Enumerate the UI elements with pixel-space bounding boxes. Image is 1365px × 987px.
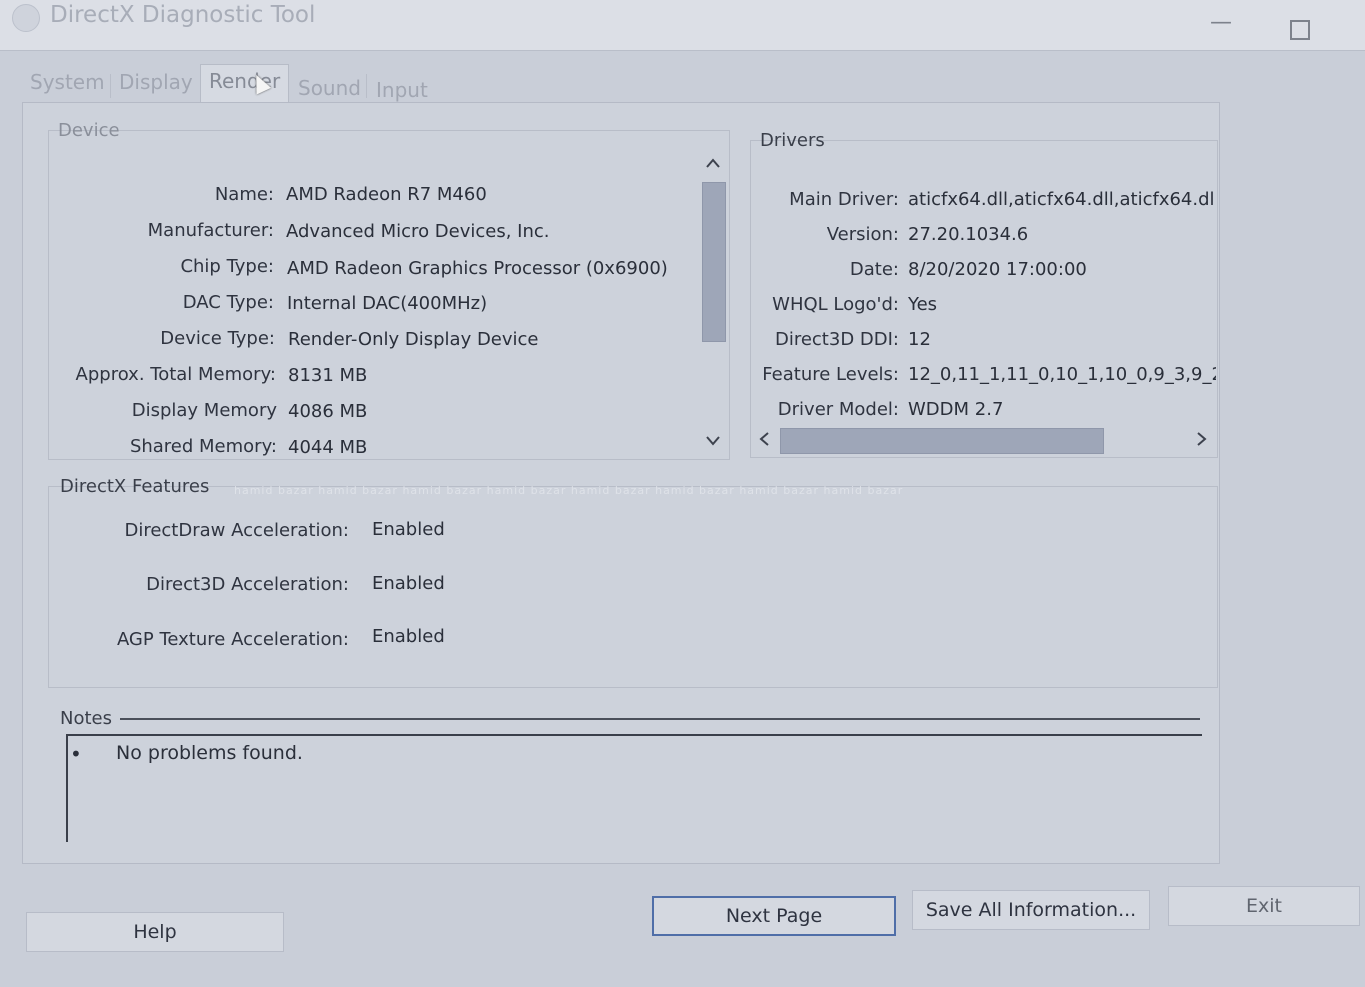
tab-input[interactable]: Input — [376, 78, 428, 102]
scrollbar-thumb[interactable] — [702, 182, 726, 342]
whql-logo-value: Yes — [908, 294, 938, 315]
notes-divider — [120, 718, 1200, 720]
help-button[interactable]: Help — [26, 912, 284, 952]
total-memory-label: Approx. Total Memory: — [75, 364, 276, 385]
whql-logo-label: WHQL Logo'd: — [772, 294, 899, 315]
directdraw-acceleration-value: Enabled — [372, 519, 445, 540]
directx-app-icon — [12, 4, 40, 32]
device-dac-type-label: DAC Type: — [182, 292, 274, 313]
chevron-right-icon[interactable] — [1196, 431, 1208, 452]
tab-display[interactable]: Display — [119, 70, 193, 94]
main-driver-value: aticfx64.dll,aticfx64.dll,aticfx64.dll,a… — [908, 189, 1216, 210]
tab-bar: System Display Render Sound Input — [20, 64, 580, 104]
watermark-text: hamid bazar hamid bazar hamid bazar hami… — [234, 484, 904, 497]
tab-render[interactable]: Render — [200, 64, 290, 102]
tab-sound[interactable]: Sound — [298, 76, 361, 100]
chevron-up-icon[interactable] — [705, 154, 721, 175]
shared-memory-value: 4044 MB — [288, 437, 368, 458]
driver-version-label: Version: — [826, 224, 899, 245]
notes-section-label: Notes — [60, 708, 112, 729]
device-name-label: Name: — [214, 184, 274, 205]
window-title: DirectX Diagnostic Tool — [50, 2, 316, 28]
device-dac-type-value: Internal DAC(400MHz) — [287, 293, 488, 314]
device-chip-type-label: Chip Type: — [180, 256, 274, 277]
scrollbar-thumb[interactable] — [780, 428, 1104, 454]
direct3d-ddi-value: 12 — [908, 329, 931, 350]
tab-separator — [366, 74, 367, 98]
driver-date-value: 8/20/2020 17:00:00 — [908, 259, 1087, 280]
save-all-information-button[interactable]: Save All Information... — [912, 890, 1150, 930]
device-manufacturer-label: Manufacturer: — [147, 220, 274, 241]
direct3d-ddi-label: Direct3D DDI: — [774, 329, 899, 350]
chevron-left-icon[interactable] — [758, 431, 770, 452]
main-driver-label: Main Driver: — [789, 189, 899, 210]
drivers-horizontal-scrollbar[interactable] — [752, 426, 1214, 454]
maximize-button[interactable] — [1290, 20, 1310, 40]
driver-date-label: Date: — [849, 259, 899, 280]
tab-system[interactable]: System — [30, 70, 105, 94]
drivers-section-label: Drivers — [760, 130, 825, 151]
device-chip-type-value: AMD Radeon Graphics Processor (0x6900) — [287, 258, 668, 279]
driver-model-label: Driver Model: — [777, 399, 899, 420]
agp-texture-acceleration-value: Enabled — [372, 626, 445, 647]
agp-texture-acceleration-label: AGP Texture Acceleration: — [116, 629, 349, 650]
chevron-down-icon[interactable] — [705, 432, 721, 453]
minimize-button[interactable]: — — [1210, 10, 1232, 35]
directdraw-acceleration-label: DirectDraw Acceleration: — [124, 520, 349, 541]
total-memory-value: 8131 MB — [288, 365, 368, 386]
device-name-value: AMD Radeon R7 M460 — [286, 184, 487, 205]
notes-bullet: • — [70, 742, 82, 766]
device-type-value: Render-Only Display Device — [288, 329, 539, 350]
notes-item: No problems found. — [116, 742, 303, 764]
direct3d-acceleration-label: Direct3D Acceleration: — [146, 574, 349, 595]
shared-memory-label: Shared Memory: — [129, 436, 277, 457]
feature-levels-label: Feature Levels: — [762, 364, 899, 385]
driver-version-value: 27.20.1034.6 — [908, 224, 1029, 245]
display-memory-label: Display Memory — [131, 400, 277, 421]
tab-separator — [110, 74, 111, 98]
device-type-label: Device Type: — [160, 328, 275, 349]
device-section-label: Device — [58, 120, 120, 141]
driver-model-value: WDDM 2.7 — [908, 399, 1004, 420]
title-bar: DirectX Diagnostic Tool — — [0, 0, 1365, 51]
direct3d-acceleration-value: Enabled — [372, 573, 445, 594]
device-vertical-scrollbar[interactable] — [700, 150, 726, 450]
display-memory-value: 4086 MB — [288, 401, 368, 422]
feature-levels-value: 12_0,11_1,11_0,10_1,10_0,9_3,9_2,9 — [908, 364, 1216, 385]
device-manufacturer-value: Advanced Micro Devices, Inc. — [286, 221, 550, 242]
directx-features-section-label: DirectX Features — [60, 476, 210, 497]
exit-button[interactable]: Exit — [1168, 886, 1360, 926]
next-page-button[interactable]: Next Page — [652, 896, 896, 936]
